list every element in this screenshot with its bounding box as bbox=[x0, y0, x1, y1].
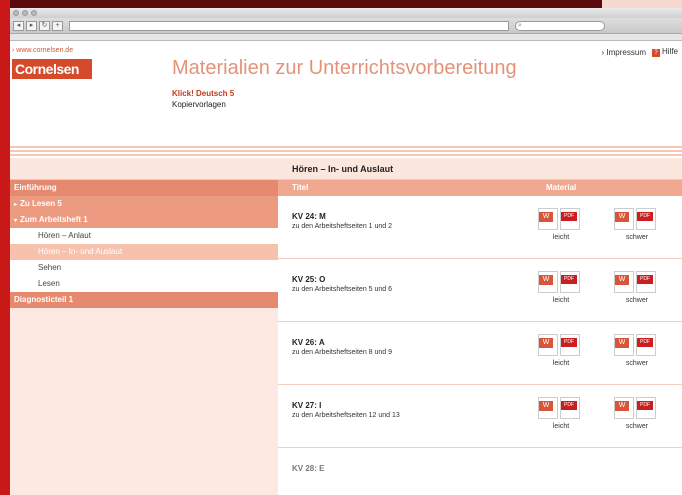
desktop-left-band bbox=[0, 0, 10, 495]
pdf-document-icon[interactable] bbox=[636, 208, 656, 230]
material-label: leicht bbox=[552, 360, 570, 367]
pdf-document-icon[interactable] bbox=[636, 334, 656, 356]
site-link[interactable]: › www.cornelsen.de bbox=[12, 47, 73, 54]
top-links: › Impressum ? Hilfe bbox=[602, 47, 678, 57]
book-title: Klick! Deutsch 5 bbox=[172, 89, 235, 98]
address-bar[interactable] bbox=[69, 20, 509, 31]
window-titlebar bbox=[10, 8, 682, 18]
material-easy[interactable]: leicht bbox=[536, 271, 586, 315]
table-row: KV 24: M zu den Arbeitsheftseiten 1 und … bbox=[278, 196, 682, 259]
word-document-icon[interactable] bbox=[538, 271, 558, 293]
sidebar-item-sehen[interactable]: Sehen bbox=[10, 260, 278, 276]
chevron-right-icon: ▸ bbox=[14, 202, 18, 208]
row-subtitle: zu den Arbeitsheftseiten 8 und 9 bbox=[292, 349, 393, 356]
row-subtitle: zu den Arbeitsheftseiten 12 und 13 bbox=[292, 412, 400, 419]
table-header: Titel Material bbox=[278, 180, 682, 196]
column-title: Titel bbox=[292, 183, 309, 192]
row-title: KV 24: M bbox=[292, 212, 326, 221]
content-area: Einführung ▸ Zu Lesen 5 ▾ Zum Arbeitsheft … bbox=[10, 180, 682, 495]
forward-icon[interactable]: ▸ bbox=[26, 20, 37, 31]
pdf-document-icon[interactable] bbox=[636, 271, 656, 293]
word-document-icon[interactable] bbox=[614, 271, 634, 293]
material-label: schwer bbox=[625, 234, 649, 241]
sidebar-item-arbeitsheft[interactable]: ▾ Zum Arbeitsheft 1 bbox=[10, 212, 278, 228]
section-band: Hören – In- und Auslaut bbox=[10, 158, 682, 180]
minimize-window-icon[interactable] bbox=[22, 10, 28, 16]
page-header: › www.cornelsen.de Cornelsen Materialien… bbox=[10, 41, 682, 146]
sidebar-item-diagnostic[interactable]: Diagnosticteil 1 bbox=[10, 292, 278, 308]
material-label: leicht bbox=[552, 297, 570, 304]
word-document-icon[interactable] bbox=[614, 334, 634, 356]
table-row: KV 28: E bbox=[278, 448, 682, 495]
pdf-document-icon[interactable] bbox=[560, 208, 580, 230]
help-icon: ? bbox=[651, 49, 660, 57]
sidebar-item-hoeren-anlaut[interactable]: Hören – Anlaut bbox=[10, 228, 278, 244]
bookmarks-bar bbox=[10, 34, 682, 41]
material-easy[interactable]: leicht bbox=[536, 208, 586, 252]
row-subtitle: zu den Arbeitsheftseiten 5 und 6 bbox=[292, 286, 393, 293]
word-document-icon[interactable] bbox=[614, 397, 634, 419]
pdf-document-icon[interactable] bbox=[636, 397, 656, 419]
section-title: Hören – In- und Auslaut bbox=[292, 164, 394, 174]
zoom-window-icon[interactable] bbox=[31, 10, 37, 16]
cornelsen-logo[interactable]: Cornelsen bbox=[12, 59, 92, 79]
pdf-document-icon[interactable] bbox=[560, 334, 580, 356]
impressum-link[interactable]: › Impressum bbox=[602, 48, 646, 57]
reload-icon[interactable]: ↻ bbox=[39, 20, 50, 31]
material-label: leicht bbox=[552, 234, 570, 241]
material-table: Titel Material KV 24: M zu den Arbeitshe… bbox=[278, 180, 682, 495]
word-document-icon[interactable] bbox=[538, 208, 558, 230]
back-icon[interactable]: ◂ bbox=[13, 20, 24, 31]
material-label: schwer bbox=[625, 423, 649, 430]
material-easy[interactable]: leicht bbox=[536, 397, 586, 441]
material-label: schwer bbox=[625, 360, 649, 367]
help-label: Hilfe bbox=[661, 47, 678, 56]
material-hard[interactable]: schwer bbox=[612, 208, 662, 252]
sidebar-item-zu-lesen[interactable]: ▸ Zu Lesen 5 bbox=[10, 196, 278, 212]
material-hard[interactable]: schwer bbox=[612, 271, 662, 315]
sidebar-item-einfuehrung[interactable]: Einführung bbox=[10, 180, 278, 196]
word-document-icon[interactable] bbox=[538, 397, 558, 419]
table-row: KV 25: O zu den Arbeitsheftseiten 5 und … bbox=[278, 259, 682, 322]
sidebar-item-hoeren-inlaut[interactable]: Hören – In- und Auslaut bbox=[10, 244, 278, 260]
pdf-document-icon[interactable] bbox=[560, 397, 580, 419]
table-row: KV 27: I zu den Arbeitsheftseiten 12 und… bbox=[278, 385, 682, 448]
sidebar-item-lesen[interactable]: Lesen bbox=[10, 276, 278, 292]
row-title: KV 27: I bbox=[292, 401, 322, 410]
chevron-down-icon: ▾ bbox=[14, 218, 18, 224]
word-document-icon[interactable] bbox=[614, 208, 634, 230]
word-document-icon[interactable] bbox=[538, 334, 558, 356]
header-stripes bbox=[10, 146, 682, 158]
material-hard[interactable]: schwer bbox=[612, 334, 662, 378]
row-title: KV 25: O bbox=[292, 275, 326, 284]
pdf-document-icon[interactable] bbox=[560, 271, 580, 293]
help-link[interactable]: ? Hilfe bbox=[651, 47, 678, 57]
page-title: Materialien zur Unterrichtsvorbereitung bbox=[172, 57, 517, 79]
sidebar-item-label: Zu Lesen 5 bbox=[20, 199, 62, 208]
sidebar: Einführung ▸ Zu Lesen 5 ▾ Zum Arbeitsheft … bbox=[10, 180, 278, 495]
close-window-icon[interactable] bbox=[13, 10, 19, 16]
browser-toolbar: ◂ ▸ ↻ + ⌕ bbox=[10, 18, 682, 34]
book-subtitle: Kopiervorlagen bbox=[172, 100, 226, 109]
sidebar-item-label: Zum Arbeitsheft 1 bbox=[20, 215, 88, 224]
column-material: Material bbox=[546, 183, 577, 192]
row-subtitle: zu den Arbeitsheftseiten 1 und 2 bbox=[292, 223, 393, 230]
material-hard[interactable]: schwer bbox=[612, 397, 662, 441]
row-title: KV 26: A bbox=[292, 338, 325, 347]
row-title: KV 28: E bbox=[292, 464, 325, 473]
new-tab-icon[interactable]: + bbox=[52, 20, 63, 31]
browser-window: ◂ ▸ ↻ + ⌕ › www.cornelsen.de Cornelsen M… bbox=[10, 8, 682, 495]
table-row: KV 26: A zu den Arbeitsheftseiten 8 und … bbox=[278, 322, 682, 385]
material-easy[interactable]: leicht bbox=[536, 334, 586, 378]
material-label: schwer bbox=[625, 297, 649, 304]
search-field[interactable]: ⌕ bbox=[515, 20, 605, 31]
material-label: leicht bbox=[552, 423, 570, 430]
